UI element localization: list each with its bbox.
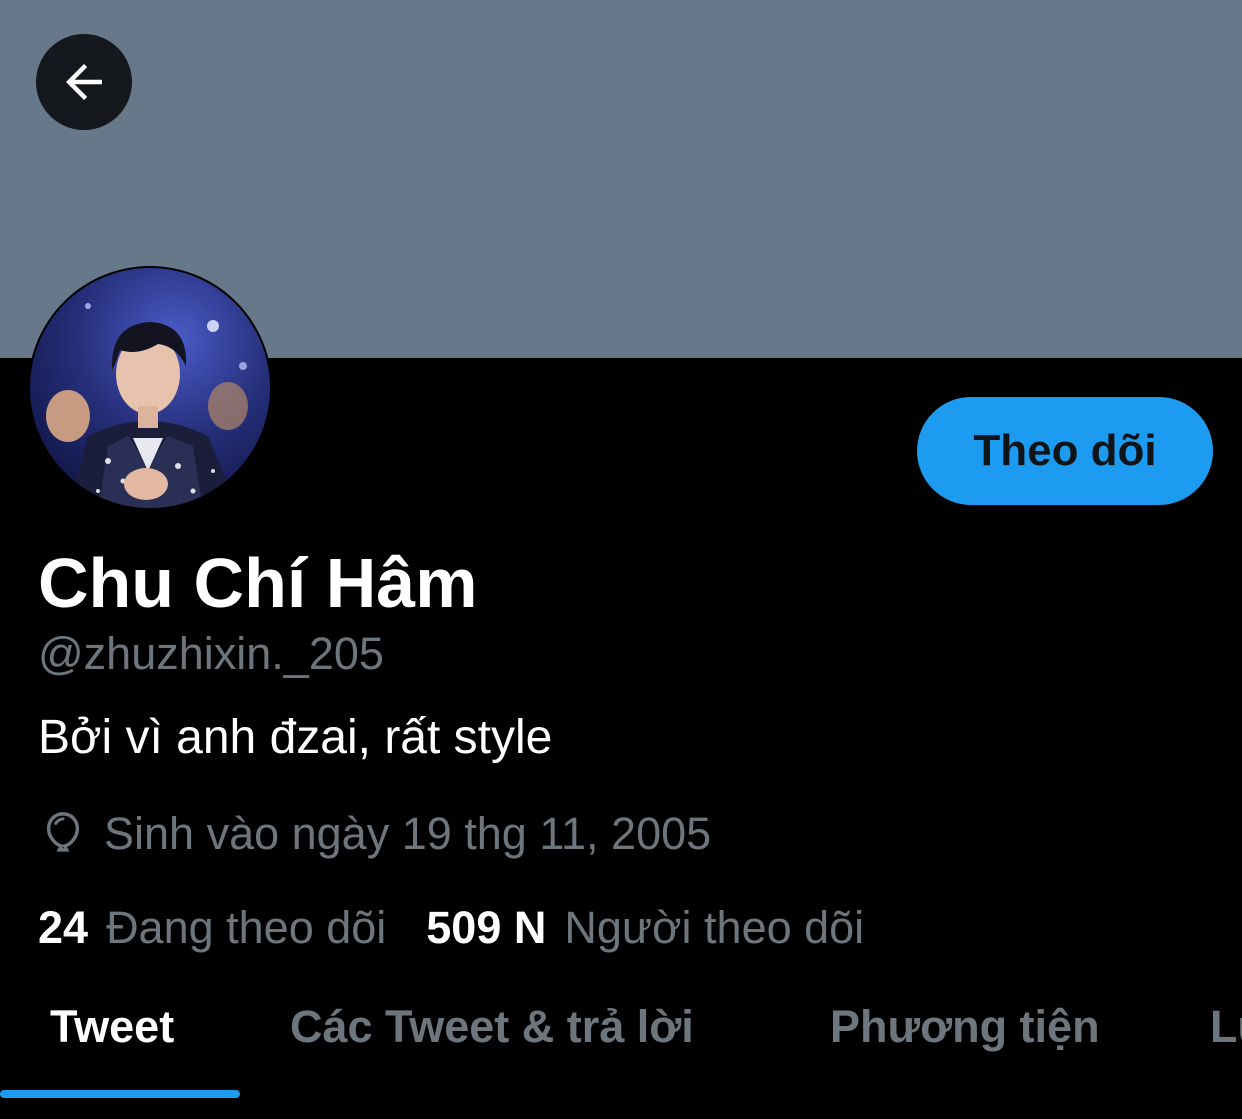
follow-stats: 24 Đang theo dõi 509 N Người theo dõi	[38, 898, 864, 958]
following-count: 24	[38, 902, 89, 953]
active-tab-indicator	[0, 1090, 240, 1098]
followers-label: Người theo dõi	[564, 902, 865, 953]
avatar[interactable]	[28, 266, 272, 510]
avatar-photo	[30, 268, 270, 508]
balloon-icon	[38, 809, 88, 859]
user-handle: @zhuzhixin._205	[38, 628, 384, 679]
tab-likes[interactable]: Lư	[1210, 990, 1242, 1064]
followers-link[interactable]: 509 N Người theo dõi	[426, 902, 864, 954]
arrow-left-icon	[66, 64, 102, 100]
birth-date-text: Sinh vào ngày 19 thg 11, 2005	[104, 808, 712, 859]
followers-count: 509 N	[426, 902, 547, 953]
display-name: Chu Chí Hâm	[38, 544, 478, 622]
tab-tweets[interactable]: Tweet	[50, 990, 174, 1064]
back-button[interactable]	[36, 34, 132, 130]
tab-tweets-replies[interactable]: Các Tweet & trả lời	[290, 990, 694, 1064]
birth-date-row: Sinh vào ngày 19 thg 11, 2005	[38, 804, 711, 864]
bio-text: Bởi vì anh đzai, rất style	[38, 711, 553, 764]
following-label: Đang theo dõi	[106, 902, 387, 953]
follow-button[interactable]: Theo dõi	[917, 397, 1213, 505]
following-link[interactable]: 24 Đang theo dõi	[38, 902, 386, 954]
profile-tabs: Tweet Các Tweet & trả lời Phương tiện Lư	[0, 990, 1242, 1070]
tab-media[interactable]: Phương tiện	[830, 990, 1100, 1064]
